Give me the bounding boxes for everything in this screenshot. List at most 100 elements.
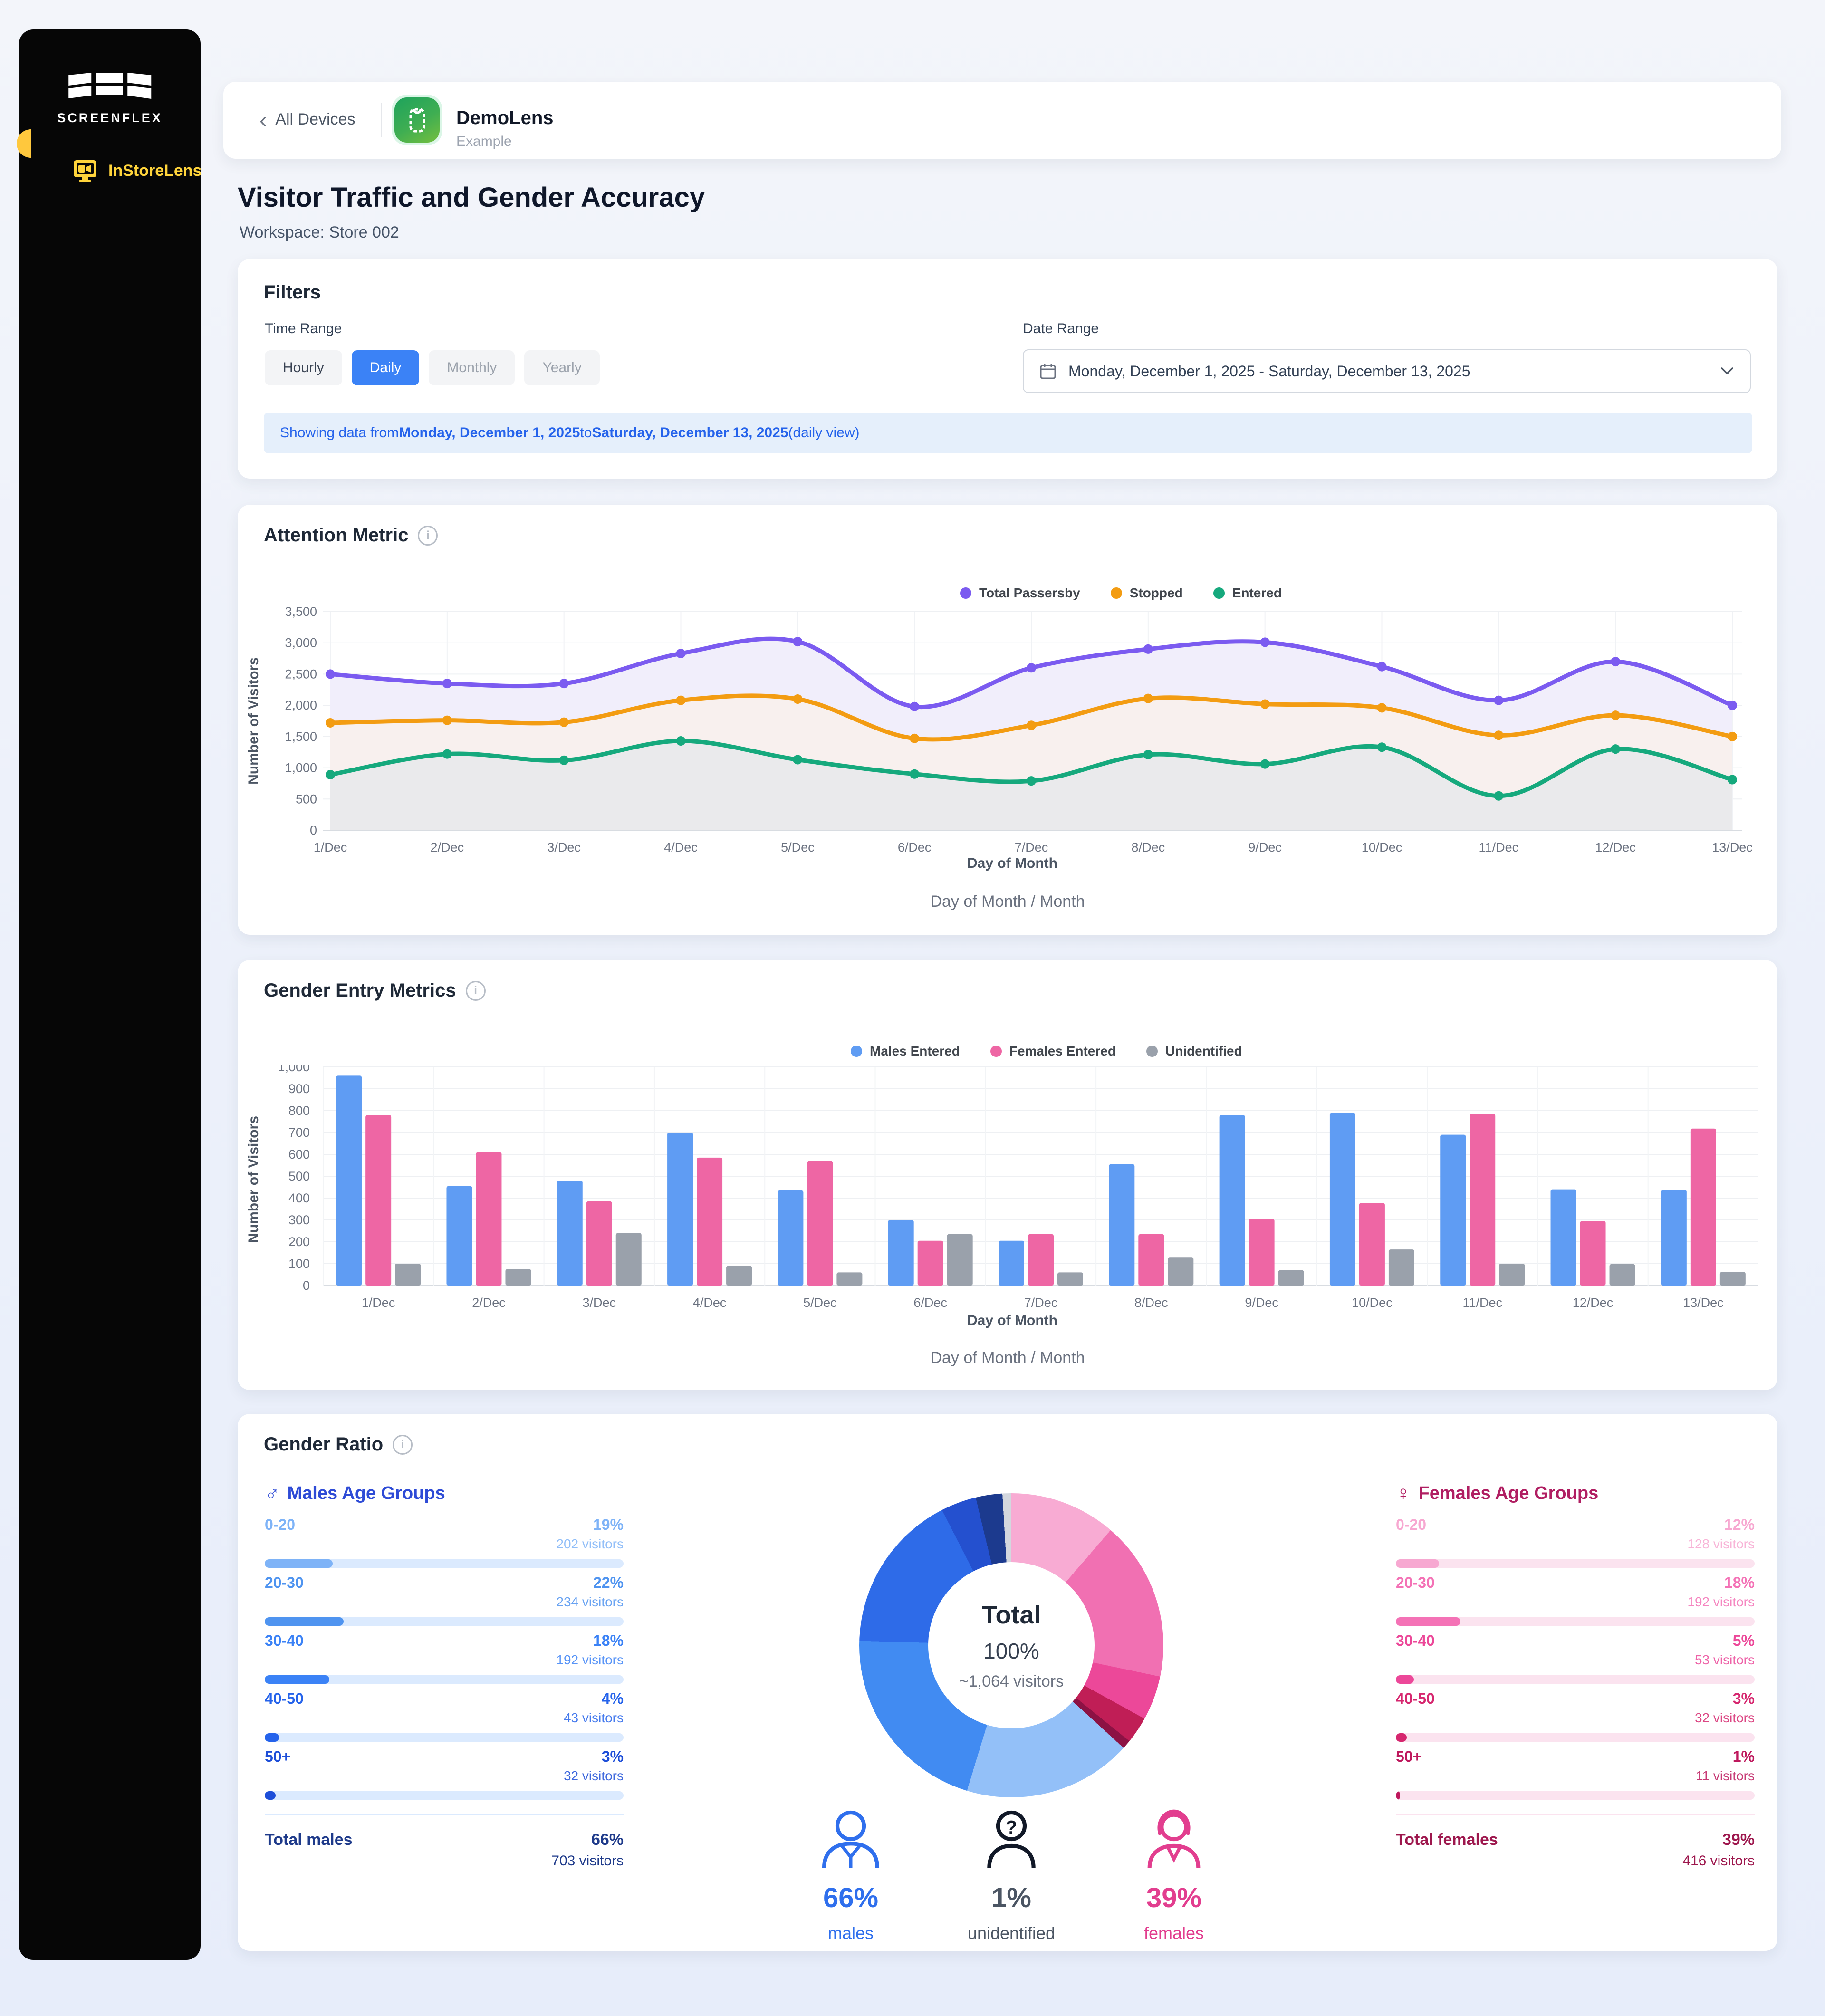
brand-name: SCREENFLEX — [57, 111, 163, 125]
svg-text:1,000: 1,000 — [285, 761, 317, 775]
males-pct: 66% — [823, 1882, 878, 1914]
females-stat: 39% females — [1088, 1806, 1259, 1943]
bar-males-entered-6-Dec — [888, 1220, 914, 1286]
gender-entry-legend: Males Entered Females Entered Unidentified — [851, 1044, 1242, 1059]
legend-item-entered[interactable]: Entered — [1213, 586, 1282, 601]
info-icon[interactable]: i — [466, 981, 486, 1001]
bar-females-entered-13-Dec — [1691, 1129, 1716, 1286]
svg-text:6/Dec: 6/Dec — [913, 1296, 947, 1310]
svg-text:3/Dec: 3/Dec — [547, 840, 581, 854]
chevron-down-icon — [1720, 367, 1734, 375]
age-row-40-50: 40-504%43 visitors — [265, 1690, 624, 1742]
age-progress-fill — [265, 1791, 276, 1800]
legend-item-males-entered[interactable]: Males Entered — [851, 1044, 960, 1059]
age-progress-track — [1396, 1733, 1755, 1742]
gender-entry-x-axis-title: Day of Month — [266, 1313, 1758, 1329]
bar-females-entered-7-Dec — [1028, 1234, 1054, 1286]
age-progress-fill — [1396, 1617, 1460, 1626]
svg-text:12/Dec: 12/Dec — [1595, 840, 1636, 854]
legend-item-stopped[interactable]: Stopped — [1111, 586, 1183, 601]
total-row: Total males66%703 visitors — [265, 1831, 624, 1869]
svg-text:400: 400 — [288, 1191, 310, 1205]
age-row-20-30: 20-3022%234 visitors — [265, 1574, 624, 1626]
bar-unidentified-5-Dec — [836, 1272, 862, 1286]
age-progress-track — [265, 1733, 624, 1742]
attention-x-axis-title: Day of Month — [266, 855, 1758, 872]
legend-item-unidentified[interactable]: Unidentified — [1146, 1044, 1242, 1059]
svg-text:8/Dec: 8/Dec — [1132, 840, 1165, 854]
age-progress-fill — [1396, 1675, 1414, 1684]
females-age-groups-header: ♀ Females Age Groups — [1396, 1482, 1598, 1505]
total-label: Total females — [1396, 1831, 1498, 1849]
males-age-groups-header: ♂ Males Age Groups — [265, 1482, 445, 1505]
age-progress-fill — [265, 1559, 333, 1568]
svg-text:8/Dec: 8/Dec — [1134, 1296, 1168, 1310]
banner-end-date: Saturday, December 13, 2025 — [592, 425, 788, 441]
gender-ratio-title-text: Gender Ratio — [264, 1434, 383, 1455]
banner-start-date: Monday, December 1, 2025 — [399, 425, 580, 441]
svg-text:0: 0 — [310, 823, 317, 837]
attention-caption: Day of Month / Month — [238, 893, 1777, 911]
age-label: 50+ — [1396, 1748, 1422, 1766]
time-range-yearly-button[interactable]: Yearly — [524, 350, 599, 385]
bar-unidentified-2-Dec — [505, 1269, 531, 1286]
bar-males-entered-9-Dec — [1220, 1115, 1245, 1286]
bar-unidentified-11-Dec — [1499, 1264, 1525, 1286]
svg-text:4/Dec: 4/Dec — [693, 1296, 727, 1310]
device-chip-icon — [394, 97, 440, 143]
bar-males-entered-3-Dec — [557, 1181, 583, 1286]
time-range-hourly-button[interactable]: Hourly — [265, 350, 342, 385]
age-label: 40-50 — [1396, 1690, 1435, 1708]
svg-text:3,000: 3,000 — [285, 636, 317, 650]
dashboard-screen: SCREENFLEX InStoreLens ‹ All Devices — [0, 0, 1825, 2016]
legend-label: Females Entered — [1009, 1044, 1116, 1059]
females-label: females — [1144, 1923, 1204, 1943]
bar-females-entered-6-Dec — [918, 1241, 943, 1286]
info-icon[interactable]: i — [418, 526, 438, 546]
back-to-all-devices[interactable]: ‹ All Devices — [259, 110, 355, 129]
sidebar-item-instorelens[interactable]: InStoreLens — [72, 159, 202, 182]
age-visitors: 32 visitors — [265, 1768, 624, 1784]
age-progress-track — [1396, 1675, 1755, 1684]
bar-males-entered-13-Dec — [1661, 1190, 1687, 1286]
bar-males-entered-5-Dec — [778, 1190, 803, 1286]
bar-females-entered-12-Dec — [1580, 1221, 1606, 1286]
total-row: Total females39%416 visitors — [1396, 1831, 1755, 1869]
info-icon[interactable]: i — [393, 1435, 413, 1455]
bar-males-entered-4-Dec — [667, 1133, 693, 1286]
legend-item-total-passersby[interactable]: Total Passersby — [960, 586, 1080, 601]
age-visitors: 128 visitors — [1396, 1536, 1755, 1552]
svg-text:10/Dec: 10/Dec — [1362, 840, 1402, 854]
svg-text:10/Dec: 10/Dec — [1352, 1296, 1393, 1310]
svg-text:500: 500 — [296, 792, 317, 806]
age-visitors: 53 visitors — [1396, 1652, 1755, 1668]
age-row-0-20: 0-2019%202 visitors — [265, 1516, 624, 1568]
age-label: 20-30 — [1396, 1574, 1435, 1592]
bar-unidentified-12-Dec — [1610, 1264, 1635, 1286]
legend-label: Total Passersby — [979, 586, 1080, 601]
legend-label: Males Entered — [870, 1044, 960, 1059]
bar-females-entered-5-Dec — [807, 1161, 833, 1286]
attention-y-axis-title: Number of Visitors — [246, 657, 262, 785]
males-age-groups-label: Males Age Groups — [288, 1483, 445, 1504]
bar-males-entered-1-Dec — [336, 1075, 362, 1286]
males-stat: 66% males — [765, 1806, 936, 1943]
age-visitors: 234 visitors — [265, 1594, 624, 1610]
age-row-50plus: 50+1%11 visitors — [1396, 1748, 1755, 1800]
svg-text:2,500: 2,500 — [285, 667, 317, 681]
svg-text:9/Dec: 9/Dec — [1248, 840, 1282, 854]
age-visitors: 192 visitors — [1396, 1594, 1755, 1610]
legend-item-females-entered[interactable]: Females Entered — [990, 1044, 1116, 1059]
gender-entry-bar-chart: 1/Dec2/Dec3/Dec4/Dec5/Dec6/Dec7/Dec8/Dec… — [266, 1065, 1758, 1321]
age-label: 0-20 — [1396, 1516, 1426, 1534]
time-range-monthly-button[interactable]: Monthly — [429, 350, 515, 385]
svg-text:600: 600 — [288, 1147, 310, 1162]
date-range-select[interactable]: Monday, December 1, 2025 - Saturday, Dec… — [1023, 349, 1751, 393]
age-pct: 18% — [1724, 1574, 1755, 1592]
header-divider — [381, 103, 382, 137]
age-pct: 22% — [593, 1574, 624, 1592]
age-progress-fill — [265, 1675, 329, 1684]
time-range-daily-button[interactable]: Daily — [352, 350, 420, 385]
svg-text:900: 900 — [288, 1082, 310, 1096]
legend-dot — [1213, 587, 1225, 599]
